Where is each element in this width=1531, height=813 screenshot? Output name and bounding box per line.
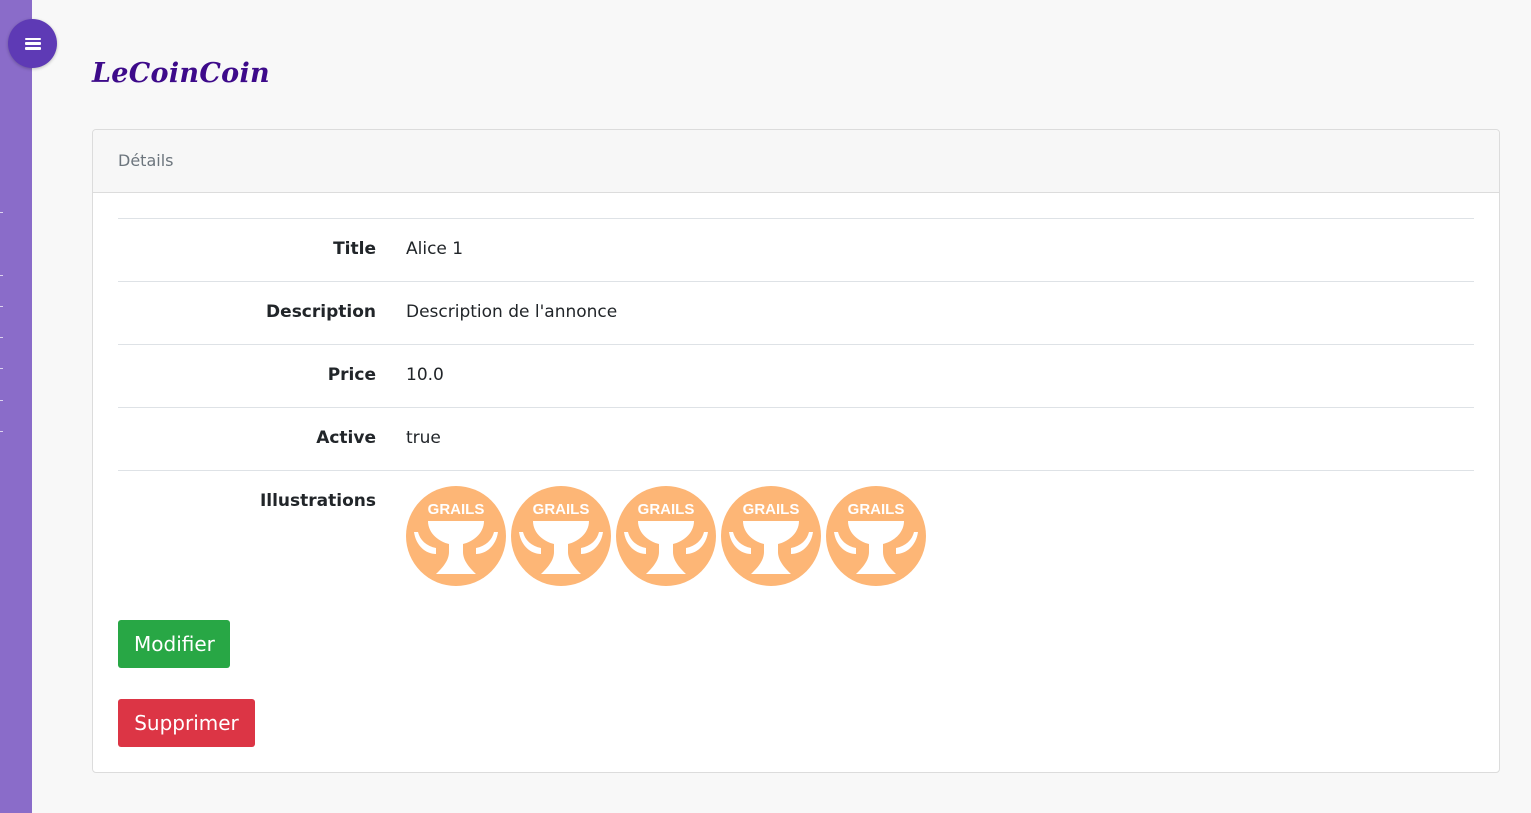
hamburger-menu-icon (24, 37, 41, 50)
sidebar-tick (0, 431, 3, 432)
sidebar-tick (0, 400, 3, 401)
details-table: Title Alice 1 Description Description de… (118, 218, 1474, 600)
field-value: true (406, 428, 441, 448)
card-header: Détails (93, 130, 1499, 193)
grails-logo-icon[interactable]: GRAILS (406, 486, 506, 586)
field-label: Description (266, 302, 376, 322)
sidebar (0, 0, 32, 813)
field-value: Alice 1 (406, 239, 464, 259)
sidebar-tick (0, 306, 3, 307)
grails-logo-icon[interactable]: GRAILS (826, 486, 926, 586)
grails-logo-icon[interactable]: GRAILS (616, 486, 716, 586)
field-label: Illustrations (259, 491, 376, 511)
sidebar-tick (0, 337, 3, 338)
field-row-active: Active true (118, 407, 1474, 470)
brand-title[interactable]: LeCoinCoin (92, 58, 270, 89)
field-label: Active (316, 428, 376, 448)
details-card: Détails Title Alice 1 Description Descri… (92, 129, 1500, 773)
field-value: 10.0 (406, 365, 444, 385)
field-row-price: Price 10.0 (118, 344, 1474, 407)
field-row-description: Description Description de l'annonce (118, 281, 1474, 344)
sidebar-tick (0, 212, 3, 213)
field-label: Title (333, 239, 376, 259)
illustrations-list: GRAILS GRAILS GRAILS GRAILS GRAILS (406, 486, 926, 586)
grails-logo-icon[interactable]: GRAILS (721, 486, 821, 586)
sidebar-tick (0, 275, 3, 276)
menu-toggle-button[interactable] (8, 19, 57, 68)
grails-logo-text: GRAILS (428, 501, 485, 518)
field-row-illustrations: Illustrations GRAILS GRAILS GRAILS GRAIL… (118, 470, 1474, 600)
edit-button[interactable]: Modifier (118, 620, 230, 668)
grails-logo-icon[interactable]: GRAILS (511, 486, 611, 586)
grails-logo-text: GRAILS (533, 501, 590, 518)
sidebar-tick (0, 368, 3, 369)
grails-logo-text: GRAILS (848, 501, 905, 518)
grails-logo-text: GRAILS (638, 501, 695, 518)
delete-button[interactable]: Supprimer (118, 699, 255, 747)
field-label: Price (327, 365, 376, 385)
field-value: Description de l'annonce (406, 302, 618, 322)
field-row-title: Title Alice 1 (118, 218, 1474, 281)
grails-logo-text: GRAILS (743, 501, 800, 518)
